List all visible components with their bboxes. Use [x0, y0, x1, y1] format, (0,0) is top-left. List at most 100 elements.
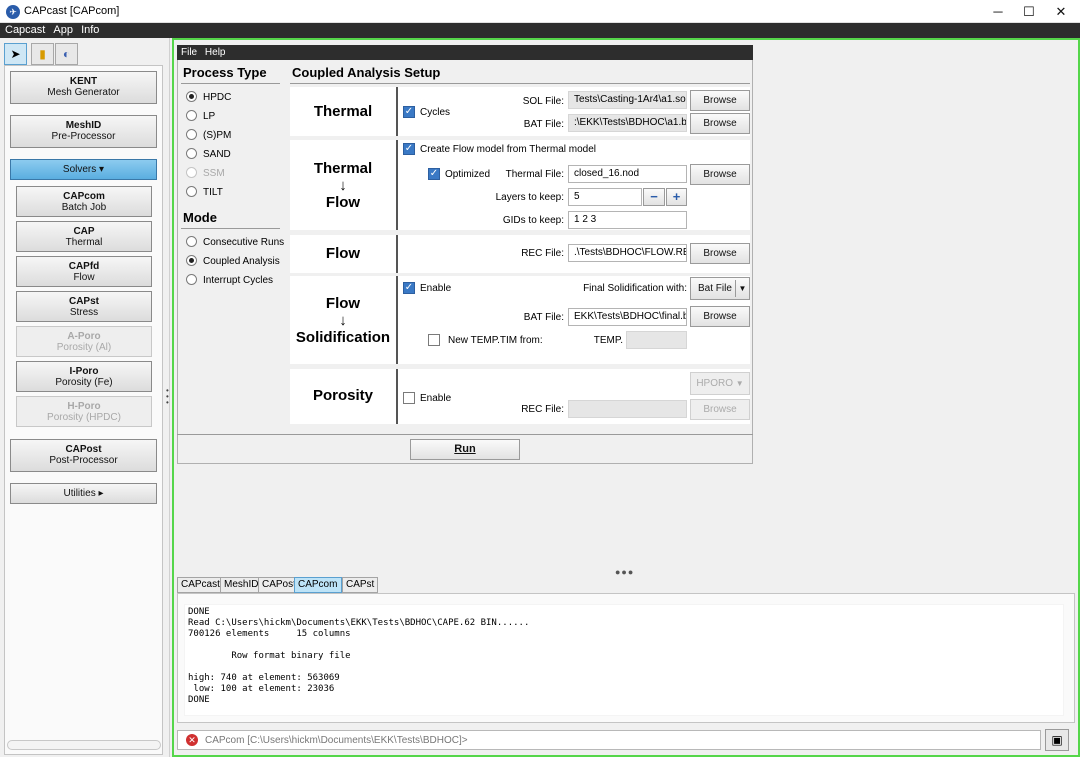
run-button[interactable]: Run — [410, 439, 520, 460]
flow-rec-label: REC File: — [521, 248, 564, 259]
divider — [181, 228, 280, 229]
final-bat-browse-button[interactable]: Browse — [690, 306, 750, 327]
splitter-handle[interactable]: • • • — [166, 387, 171, 407]
tab-capcom[interactable]: CAPcom — [294, 577, 342, 593]
solver-capfd-button[interactable]: CAPfd Flow — [16, 256, 152, 287]
caret-down-icon: ▼ — [735, 280, 749, 297]
meshid-title: MeshID — [65, 120, 102, 131]
flow-rec-field[interactable]: .\Tests\BDHOC\FLOW.REC — [568, 244, 687, 262]
solver-iporo-button[interactable]: I-Poro Porosity (Fe) — [16, 361, 152, 392]
capost-button[interactable]: CAPost Post-Processor — [10, 439, 157, 472]
solver-cap-button[interactable]: CAP Thermal — [16, 221, 152, 252]
globe-icon[interactable]: ◐ — [55, 43, 78, 65]
radio-tilt[interactable] — [186, 186, 197, 197]
send-icon[interactable]: ➤ — [4, 43, 27, 65]
porosity-enable-checkbox[interactable] — [403, 392, 415, 404]
minimize-button[interactable]: ─ — [981, 0, 1015, 23]
porosity-model-value: HPORO — [696, 378, 733, 389]
radio-sand[interactable] — [186, 148, 197, 159]
radio-label: Consecutive Runs — [203, 237, 285, 248]
optimized-checkbox[interactable]: ✓ — [428, 168, 440, 180]
create-flow-checkbox[interactable]: ✓ — [403, 143, 415, 155]
dialog-menu-help[interactable]: Help — [205, 45, 226, 60]
caret-down-icon: ▼ — [735, 379, 744, 388]
tab-meshid[interactable]: MeshID — [220, 577, 263, 593]
dialog-menu-file[interactable]: File — [181, 45, 197, 60]
layers-label: Layers to keep: — [495, 192, 564, 203]
solver-subtitle: Flow — [73, 272, 95, 283]
final-solidification-select[interactable]: Bat File ▼ — [690, 277, 750, 300]
temp-label: TEMP. — [593, 335, 623, 346]
cycles-label: Cycles — [420, 107, 451, 118]
final-bat-label: BAT File: — [523, 312, 564, 323]
thermal-file-browse-button[interactable]: Browse — [690, 164, 750, 185]
meshid-button[interactable]: MeshID Pre-Processor — [10, 115, 157, 148]
kent-button[interactable]: KENT Mesh Generator — [10, 71, 157, 104]
porosity-section-title: Porosity — [290, 369, 398, 424]
console-output[interactable]: DONE Read C:\Users\hickm\Documents\EKK\T… — [184, 604, 1064, 716]
title-bar — [0, 0, 1080, 23]
splitter-handle[interactable]: ●●● — [615, 567, 634, 577]
save-log-icon[interactable]: ▣ — [1045, 729, 1069, 751]
solver-subtitle: Porosity (Fe) — [55, 377, 113, 388]
solvers-button[interactable]: Solvers ▾ — [10, 159, 157, 180]
radio-consecutive-runs[interactable] — [186, 236, 197, 247]
radio-spm[interactable] — [186, 129, 197, 140]
utilities-button[interactable]: Utilities ▸ — [10, 483, 157, 504]
menu-app[interactable]: App — [53, 23, 73, 38]
flow-solid-title-top: Flow — [325, 295, 361, 312]
final-solidification-label: Final Solidification with: — [583, 283, 687, 294]
bat-browse-button[interactable]: Browse — [690, 113, 750, 134]
porosity-rec-browse-button: Browse — [690, 399, 750, 420]
plus-icon[interactable]: + — [666, 188, 687, 206]
gids-input[interactable]: 1 2 3 — [568, 211, 687, 229]
radio-interrupt-cycles[interactable] — [186, 274, 197, 285]
sidebar-scrollbar[interactable] — [7, 740, 161, 750]
solver-title: CAPst — [68, 296, 99, 307]
error-icon: ✕ — [186, 734, 198, 746]
flow-solidification-section-title: Flow ↓ Solidification — [290, 276, 398, 364]
book-icon[interactable]: ▮ — [31, 43, 54, 65]
maximize-button[interactable]: ☐ — [1012, 0, 1046, 23]
radio-label: LP — [203, 111, 216, 122]
thermal-file-field[interactable]: closed_16.nod — [568, 165, 687, 183]
final-solidification-value: Bat File — [698, 283, 732, 294]
process-type-title: Process Type — [183, 65, 267, 80]
radio-hpdc[interactable] — [186, 91, 197, 102]
radio-coupled-analysis[interactable] — [186, 255, 197, 266]
porosity-model-select: HPORO ▼ — [690, 372, 750, 395]
bat-file-field[interactable]: :\EKK\Tests\BDHOC\a1.bat — [568, 114, 687, 132]
temp-field[interactable] — [626, 331, 687, 349]
radio-label: HPDC — [203, 92, 232, 103]
sol-browse-button[interactable]: Browse — [690, 90, 750, 111]
new-temp-checkbox[interactable] — [428, 334, 440, 346]
solver-subtitle: Porosity (Al) — [56, 342, 112, 353]
menu-info[interactable]: Info — [81, 23, 99, 38]
meshid-subtitle: Pre-Processor — [51, 131, 116, 142]
radio-lp[interactable] — [186, 110, 197, 121]
tab-capst[interactable]: CAPst — [342, 577, 379, 593]
cycles-checkbox[interactable]: ✓ — [403, 106, 415, 118]
solver-capcom-button[interactable]: CAPcom Batch Job — [16, 186, 152, 217]
run-label: Run — [454, 443, 476, 455]
minus-icon[interactable]: − — [643, 188, 665, 206]
menu-capcast[interactable]: Capcast — [5, 23, 45, 38]
layers-input[interactable]: 5 — [568, 188, 642, 206]
tab-capcast[interactable]: CAPcast — [177, 577, 224, 593]
radio-label: SAND — [203, 149, 231, 160]
solver-title: A-Poro — [67, 331, 101, 342]
solver-capst-button[interactable]: CAPst Stress — [16, 291, 152, 322]
new-temp-label: New TEMP.TIM from: — [448, 335, 543, 346]
flow-solid-enable-checkbox[interactable]: ✓ — [403, 282, 415, 294]
final-bat-field[interactable]: EKK\Tests\BDHOC\final.bat — [568, 308, 687, 326]
flow-rec-browse-button[interactable]: Browse — [690, 243, 750, 264]
sol-file-field[interactable]: Tests\Casting-1Ar4\a1.sol — [568, 91, 687, 109]
mode-title: Mode — [183, 210, 217, 225]
close-button[interactable]: ✕ — [1044, 0, 1078, 23]
solver-title: I-Poro — [69, 366, 99, 377]
radio-label: SSM — [203, 168, 225, 179]
thermal-flow-section-title: Thermal ↓ Flow — [290, 140, 398, 230]
arrow-down-icon: ↓ — [339, 177, 347, 194]
thermal-flow-title-top: Thermal — [313, 160, 373, 177]
utilities-label: Utilities — [63, 488, 96, 499]
